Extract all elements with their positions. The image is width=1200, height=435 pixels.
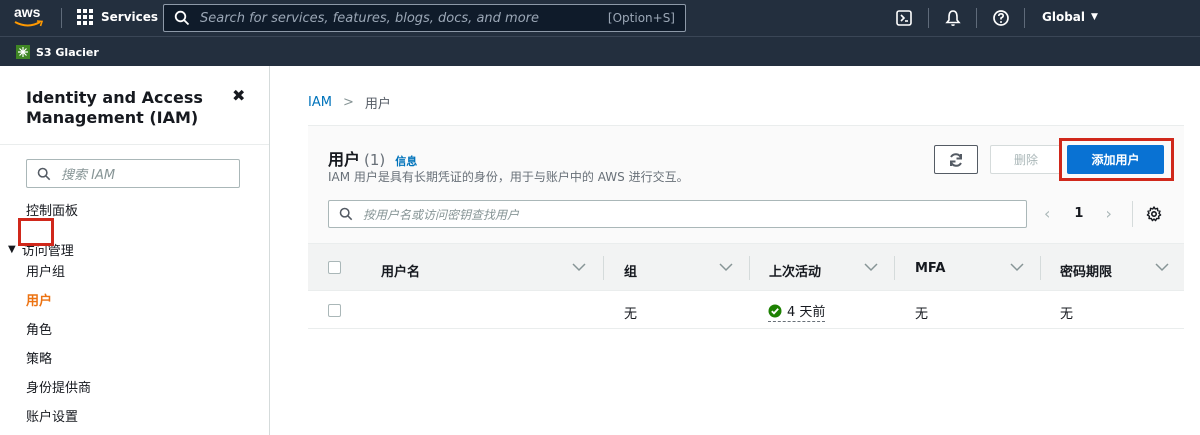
current-page-number[interactable]: 1 (1074, 206, 1083, 221)
highlight-box-users (18, 218, 54, 246)
sort-caret-icon[interactable] (1010, 262, 1024, 272)
column-header-username[interactable]: 用户名 (381, 261, 420, 280)
sidebar-item-dashboard[interactable]: 控制面板 (26, 200, 78, 219)
delete-button[interactable]: 删除 (990, 145, 1062, 174)
last-activity-text: 4 天前 (787, 305, 826, 320)
cell-groups: 无 (624, 307, 638, 322)
breadcrumb-iam-link[interactable]: IAM (308, 95, 332, 110)
refresh-icon (950, 152, 962, 167)
chevron-right-icon[interactable]: › (1105, 204, 1111, 223)
sidebar-item-users[interactable]: 用户 (26, 290, 52, 309)
sidebar-item-user-groups[interactable]: 用户组 (26, 261, 65, 280)
region-label: Global (1042, 10, 1086, 24)
sidebar: Identity and Access Management (IAM) ✖ 搜… (0, 66, 270, 435)
search-icon (174, 10, 190, 26)
help-icon[interactable] (992, 9, 1010, 27)
aws-smile-icon (14, 20, 44, 27)
column-header-password-age[interactable]: 密码期限 (1060, 261, 1112, 280)
sidebar-item-account-settings[interactable]: 账户设置 (26, 406, 78, 425)
cell-mfa: 无 (915, 307, 929, 322)
users-count: (1) (364, 151, 386, 169)
users-title-text: 用户 (328, 150, 361, 169)
sort-caret-icon[interactable] (719, 262, 733, 272)
sidebar-item-roles[interactable]: 角色 (26, 319, 52, 338)
nav-divider (61, 8, 62, 28)
breadcrumb: IAM > 用户 (308, 93, 391, 112)
top-navigation: aws Services Search for services, featur… (0, 0, 1200, 36)
pagination: ‹ 1 › (1044, 204, 1112, 223)
close-icon[interactable]: ✖ (232, 86, 245, 105)
services-label: Services (101, 10, 159, 24)
cell-password-age: 无 (1060, 307, 1074, 322)
column-header-groups[interactable]: 组 (624, 261, 637, 280)
chevron-right-icon: > (342, 95, 354, 110)
table-row[interactable]: 无 无 无 (308, 292, 1184, 329)
services-menu-button[interactable]: Services (77, 9, 158, 25)
aws-logo-text: aws (14, 4, 41, 20)
favorite-s3-glacier[interactable]: S3 Glacier (16, 45, 99, 59)
cell-last-activity[interactable]: 4 天前 (768, 301, 826, 322)
sidebar-divider (0, 144, 269, 145)
users-search-input[interactable]: 按用户名或访问密钥查找用户 (328, 200, 1027, 228)
sort-caret-icon[interactable] (572, 262, 586, 272)
sidebar-search-input[interactable]: 搜索 IAM (26, 159, 240, 188)
sidebar-search-placeholder: 搜索 IAM (61, 168, 116, 183)
users-table-header: 用户名 组 上次活动 MFA 密码期限 (308, 243, 1184, 291)
sort-caret-icon[interactable] (864, 262, 878, 272)
favorites-bar: S3 Glacier (0, 36, 1200, 66)
info-link[interactable]: 信息 (395, 153, 417, 169)
search-icon (339, 207, 353, 221)
column-divider (749, 256, 750, 280)
caret-down-icon: ▼ (1091, 12, 1098, 22)
global-search-placeholder: Search for services, features, blogs, do… (200, 10, 539, 26)
highlight-box-add-user (1059, 138, 1174, 181)
row-checkbox[interactable] (328, 304, 341, 317)
column-header-last-activity[interactable]: 上次活动 (769, 261, 821, 280)
aws-logo[interactable]: aws (14, 5, 48, 31)
users-panel-title: 用户 (1) 信息 (328, 146, 417, 170)
check-circle-icon (768, 304, 782, 317)
favorite-service-label: S3 Glacier (36, 45, 99, 59)
sidebar-item-policies[interactable]: 策略 (26, 348, 52, 367)
column-header-mfa[interactable]: MFA (915, 261, 945, 276)
column-divider (603, 256, 604, 280)
gear-icon[interactable] (1146, 206, 1162, 222)
s3-glacier-icon (16, 45, 30, 59)
global-search-input[interactable]: Search for services, features, blogs, do… (163, 4, 686, 32)
sidebar-title: Identity and Access Management (IAM) (26, 88, 203, 127)
pager-divider (1132, 201, 1133, 227)
column-divider (1040, 256, 1041, 280)
sidebar-item-identity-providers[interactable]: 身份提供商 (26, 377, 91, 396)
region-selector[interactable]: Global ▼ (1042, 10, 1098, 24)
grid-menu-icon (77, 9, 93, 25)
search-shortcut-hint: [Option+S] (607, 11, 675, 25)
cloudshell-icon[interactable] (895, 9, 913, 27)
nav-divider (1024, 8, 1025, 28)
caret-down-icon: ▼ (8, 244, 16, 255)
users-description: IAM 用户是具有长期凭证的身份，用于与账户中的 AWS 进行交互。 (328, 170, 689, 184)
sort-caret-icon[interactable] (1155, 262, 1169, 272)
chevron-left-icon[interactable]: ‹ (1044, 204, 1050, 223)
column-divider (894, 256, 895, 280)
search-icon (37, 167, 51, 180)
users-search-placeholder: 按用户名或访问密钥查找用户 (363, 207, 520, 222)
select-all-checkbox[interactable] (328, 261, 341, 274)
nav-divider (928, 8, 929, 28)
nav-divider (976, 8, 977, 28)
bell-icon[interactable] (944, 9, 962, 27)
breadcrumb-current: 用户 (364, 97, 391, 112)
refresh-button[interactable] (934, 145, 978, 174)
